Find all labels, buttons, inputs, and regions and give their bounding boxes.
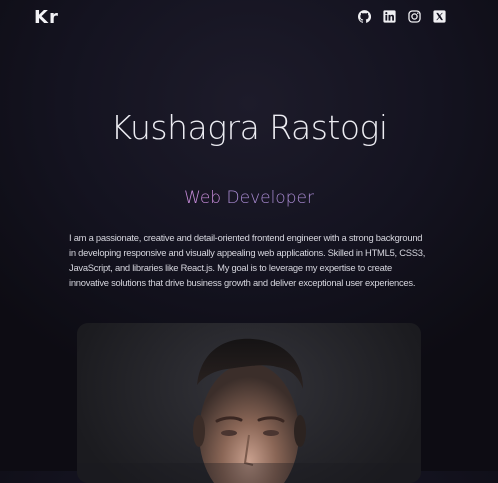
- social-links: [358, 10, 458, 23]
- x-twitter-link[interactable]: [433, 10, 446, 23]
- role-word-developer: Developer: [226, 188, 314, 208]
- top-navbar: Kr: [0, 0, 498, 34]
- x-twitter-icon: [433, 10, 446, 23]
- hero-name: Kushagra Rastogi: [110, 108, 388, 147]
- instagram-icon: [408, 10, 421, 23]
- hero-bio: I am a passionate, creative and detail-o…: [69, 232, 426, 288]
- linkedin-icon: [383, 10, 396, 23]
- hero-role: Web Developer: [0, 188, 498, 208]
- github-icon: [358, 10, 371, 23]
- linkedin-link[interactable]: [383, 10, 396, 23]
- instagram-link[interactable]: [408, 10, 421, 23]
- portrait-image: [77, 338, 421, 483]
- site-logo[interactable]: Kr: [34, 7, 59, 28]
- role-word-web: Web: [184, 188, 222, 208]
- github-link[interactable]: [358, 10, 371, 23]
- profile-photo: [77, 323, 421, 483]
